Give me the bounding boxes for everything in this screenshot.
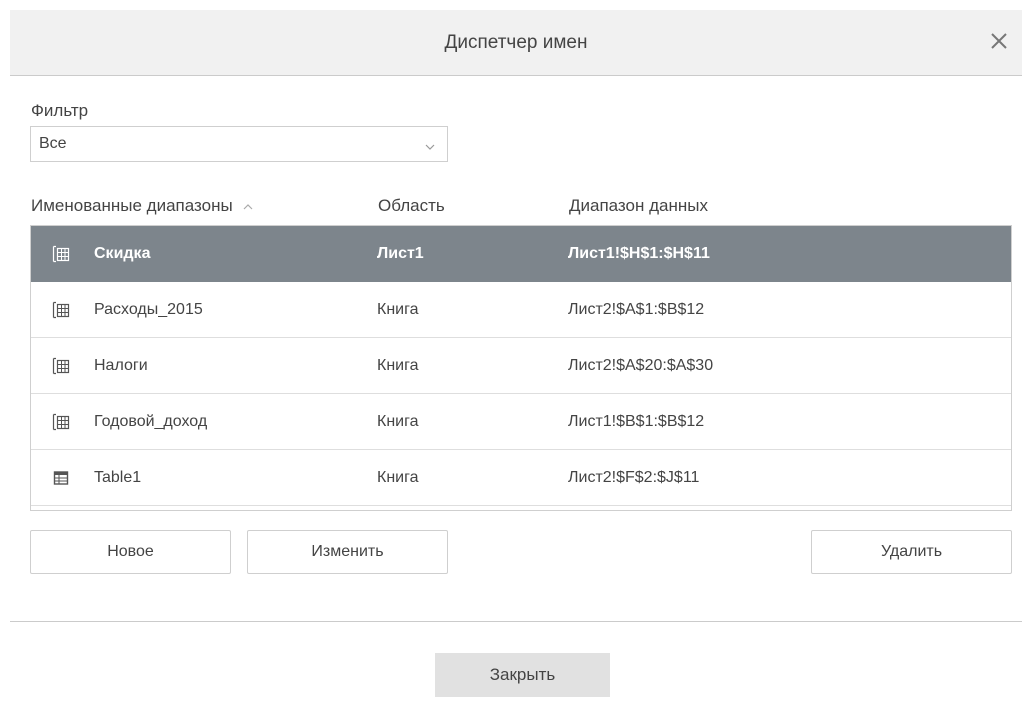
row-scope: Книга [377,469,419,486]
list-item[interactable]: Скидка Лист1 Лист1!$H$1:$H$11 [31,226,1011,282]
list-item[interactable]: Налоги Книга Лист2!$A$20:$A$30 [31,338,1011,394]
row-scope: Лист1 [377,245,424,262]
named-ranges-list: Скидка Лист1 Лист1!$H$1:$H$11 Расходы_20… [30,225,1012,511]
delete-button[interactable]: Удалить [811,530,1012,574]
edit-button[interactable]: Изменить [247,530,448,574]
table-icon [51,450,71,506]
sort-ascending-icon [243,196,253,216]
dialog-titlebar: Диспетчер имен [10,10,1022,76]
row-name: Налоги [94,357,148,374]
close-button[interactable]: Закрыть [435,653,610,697]
named-range-icon [51,338,71,394]
filter-selected-value: Все [39,135,67,152]
new-button[interactable]: Новое [30,530,231,574]
column-header-scope[interactable]: Область [378,196,445,216]
named-range-icon [51,282,71,338]
named-range-icon [51,226,71,282]
row-scope: Книга [377,357,419,374]
column-header-named-ranges-label: Именованные диапазоны [31,196,233,215]
row-name: Расходы_2015 [94,301,203,318]
name-manager-dialog: Диспетчер имен Фильтр Все Именованные ди… [0,0,1022,711]
list-item[interactable]: Расходы_2015 Книга Лист2!$A$1:$B$12 [31,282,1011,338]
footer-divider [10,621,1022,622]
row-range: Лист2!$A$1:$B$12 [568,301,705,318]
filter-dropdown[interactable]: Все [30,126,448,162]
close-icon[interactable] [984,26,1014,56]
column-header-named-ranges[interactable]: Именованные диапазоны [31,196,253,216]
row-scope: Книга [377,413,419,430]
row-range: Лист2!$A$20:$A$30 [568,357,714,374]
row-name: Скидка [94,245,151,262]
row-name: Годовой_доход [94,413,208,430]
list-item[interactable]: Годовой_доход Книга Лист1!$B$1:$B$12 [31,394,1011,450]
list-item[interactable]: Table1 Книга Лист2!$F$2:$J$11 [31,450,1011,506]
row-range: Лист1!$B$1:$B$12 [568,413,705,430]
row-scope: Книга [377,301,419,318]
column-header-data-range[interactable]: Диапазон данных [569,196,708,216]
filter-label: Фильтр [31,101,89,120]
row-name: Table1 [94,469,142,486]
named-range-icon [51,394,71,450]
dialog-title: Диспетчер имен [444,31,588,53]
row-range: Лист1!$H$1:$H$11 [568,245,710,262]
chevron-down-icon [425,139,435,157]
row-range: Лист2!$F$2:$J$11 [568,469,700,486]
